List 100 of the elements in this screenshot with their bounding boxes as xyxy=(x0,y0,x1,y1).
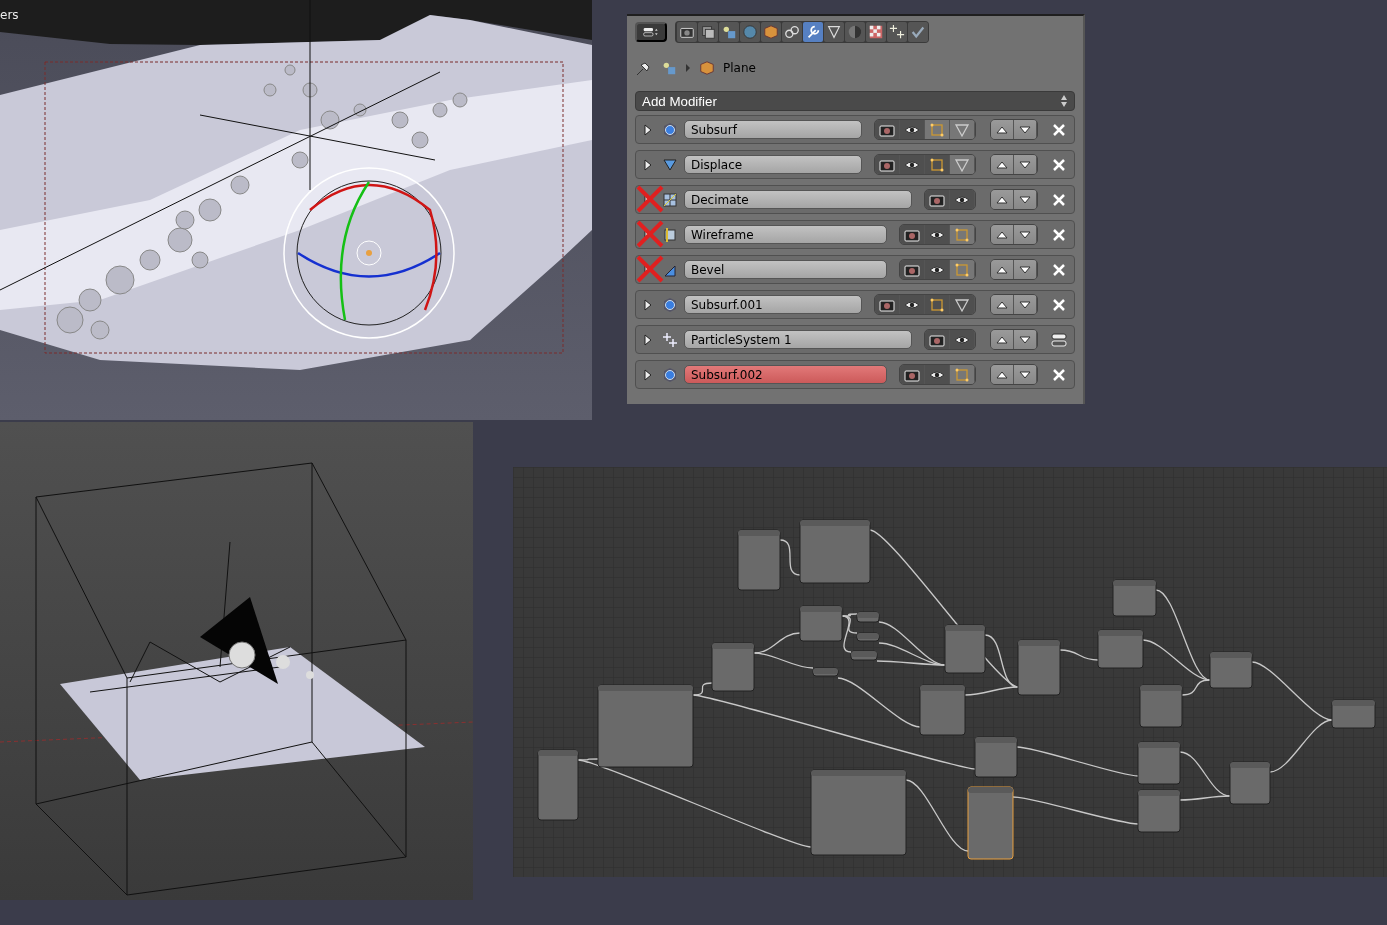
triangle-icon xyxy=(954,296,970,313)
move-down-button[interactable] xyxy=(1014,120,1037,139)
editor-type-button[interactable] xyxy=(635,22,667,42)
modifier-name-field[interactable]: Bevel xyxy=(684,260,887,279)
move-up-button[interactable] xyxy=(991,225,1014,244)
move-down-button[interactable] xyxy=(1014,190,1037,209)
up-arrow-icon xyxy=(996,160,1008,169)
node-card[interactable] xyxy=(944,624,986,674)
visibility-toggle[interactable] xyxy=(925,225,950,244)
node-card[interactable] xyxy=(799,605,843,642)
edit-mode-toggle[interactable] xyxy=(950,260,975,279)
move-up-button[interactable] xyxy=(991,365,1014,384)
triangle-icon xyxy=(954,156,970,173)
node-card[interactable] xyxy=(1209,651,1253,689)
render-toggle[interactable] xyxy=(875,120,900,139)
node-card[interactable] xyxy=(810,769,907,856)
modifier-name-field[interactable]: Wireframe xyxy=(684,225,887,244)
modifier-name-field[interactable]: Displace xyxy=(684,155,862,174)
context-tab[interactable] xyxy=(865,22,886,42)
visibility-toggle[interactable] xyxy=(900,155,925,174)
node-card[interactable] xyxy=(1137,789,1181,833)
context-tab[interactable] xyxy=(823,22,844,42)
node-card[interactable] xyxy=(812,667,839,677)
edit-mode-toggle[interactable] xyxy=(925,295,950,314)
move-up-button[interactable] xyxy=(991,295,1014,314)
context-tab[interactable] xyxy=(802,22,823,42)
constraints-icon xyxy=(783,24,800,40)
down-arrow-icon xyxy=(1019,335,1031,344)
cage-toggle[interactable] xyxy=(950,155,975,174)
node-card[interactable] xyxy=(856,632,880,642)
render-toggle[interactable] xyxy=(900,225,925,244)
vertex-square-icon xyxy=(954,226,970,243)
node-card[interactable] xyxy=(1139,684,1183,728)
node-card[interactable] xyxy=(856,611,880,623)
node-card[interactable] xyxy=(799,519,871,584)
modifier-name-field[interactable]: Decimate xyxy=(684,190,912,209)
context-tab[interactable] xyxy=(907,22,928,42)
modifier-name-field[interactable]: ParticleSystem 1 xyxy=(684,330,912,349)
node-wire xyxy=(779,539,801,576)
move-down-button[interactable] xyxy=(1014,295,1037,314)
triangle-icon xyxy=(954,121,970,138)
render-toggle[interactable] xyxy=(925,330,950,349)
visibility-toggle[interactable] xyxy=(900,120,925,139)
toggle-switch-icon xyxy=(1051,332,1067,347)
node-card[interactable] xyxy=(737,529,781,591)
cage-toggle[interactable] xyxy=(950,120,975,139)
node-card[interactable] xyxy=(1097,629,1144,669)
node-card[interactable] xyxy=(974,736,1018,778)
node-card[interactable] xyxy=(1229,761,1271,805)
edit-mode-toggle[interactable] xyxy=(950,365,975,384)
context-tab[interactable] xyxy=(676,22,697,42)
edit-mode-toggle[interactable] xyxy=(950,225,975,244)
context-tab[interactable] xyxy=(718,22,739,42)
modifier-type-icon xyxy=(662,331,678,348)
context-tab[interactable] xyxy=(697,22,718,42)
move-down-button[interactable] xyxy=(1014,225,1037,244)
cage-toggle[interactable] xyxy=(950,295,975,314)
move-up-button[interactable] xyxy=(991,330,1014,349)
move-up-button[interactable] xyxy=(991,260,1014,279)
move-down-button[interactable] xyxy=(1014,260,1037,279)
visibility-toggle[interactable] xyxy=(925,260,950,279)
move-up-button[interactable] xyxy=(991,120,1014,139)
context-tab[interactable] xyxy=(781,22,802,42)
visibility-toggle[interactable] xyxy=(925,365,950,384)
visibility-toggle[interactable] xyxy=(900,295,925,314)
visibility-toggle[interactable] xyxy=(950,330,975,349)
move-up-button[interactable] xyxy=(991,155,1014,174)
up-arrow-icon xyxy=(996,300,1008,309)
render-toggle[interactable] xyxy=(925,190,950,209)
add-modifier-dropdown[interactable]: Add Modifier xyxy=(635,91,1075,111)
layers-icon xyxy=(699,24,716,40)
node-wire xyxy=(1059,649,1099,661)
render-toggle[interactable] xyxy=(875,155,900,174)
node-card[interactable] xyxy=(1137,741,1181,785)
render-toggle[interactable] xyxy=(875,295,900,314)
node-card[interactable] xyxy=(1112,579,1157,617)
physics-icon xyxy=(909,24,926,40)
move-down-button[interactable] xyxy=(1014,365,1037,384)
move-down-button[interactable] xyxy=(1014,155,1037,174)
node-card[interactable] xyxy=(1017,639,1061,696)
node-card[interactable] xyxy=(1331,699,1376,729)
node-card[interactable] xyxy=(537,749,579,821)
modifier-name-field[interactable]: Subsurf.001 xyxy=(684,295,862,314)
move-up-button[interactable] xyxy=(991,190,1014,209)
visibility-toggle[interactable] xyxy=(950,190,975,209)
edit-mode-toggle[interactable] xyxy=(925,155,950,174)
move-down-button[interactable] xyxy=(1014,330,1037,349)
node-card[interactable] xyxy=(850,650,878,661)
render-toggle[interactable] xyxy=(900,260,925,279)
modifier-name-field[interactable]: Subsurf.002 xyxy=(684,365,887,384)
render-toggle[interactable] xyxy=(900,365,925,384)
modifier-name-field[interactable]: Subsurf xyxy=(684,120,862,139)
node-card[interactable] xyxy=(597,684,694,768)
node-card[interactable] xyxy=(967,786,1014,860)
edit-mode-toggle[interactable] xyxy=(925,120,950,139)
vertex-square-icon xyxy=(929,156,945,173)
context-tab[interactable] xyxy=(886,22,907,42)
node-card[interactable] xyxy=(711,642,755,692)
down-arrow-icon xyxy=(1019,370,1031,379)
node-card[interactable] xyxy=(919,684,966,736)
